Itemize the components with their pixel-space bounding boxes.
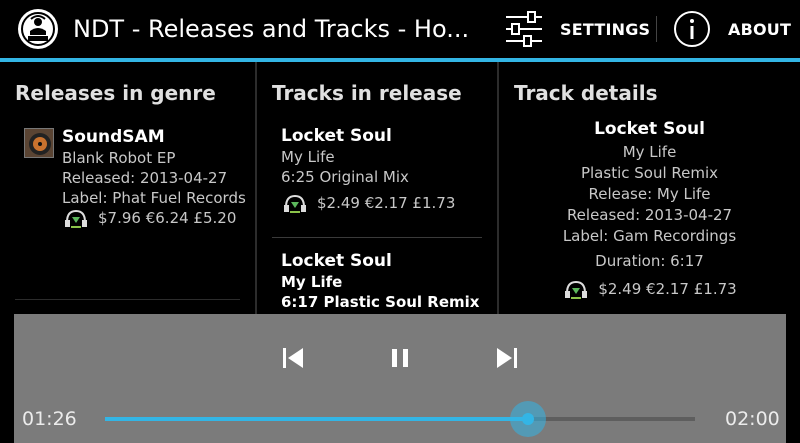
details-panel-title: Track details bbox=[514, 81, 658, 105]
track-price: $2.49 €2.17 £1.73 bbox=[317, 194, 456, 212]
headphones-shop-icon bbox=[565, 280, 588, 299]
list-divider bbox=[272, 237, 482, 238]
pause-icon[interactable] bbox=[386, 344, 414, 372]
details-artist: Locket Soul bbox=[594, 119, 705, 139]
release-date: Released: 2013-04-27 bbox=[62, 169, 228, 187]
seek-bar-progress bbox=[105, 417, 528, 421]
track-item-selected[interactable]: Locket Soul My Life 6:17 Plastic Soul Re… bbox=[281, 250, 491, 312]
headphones-shop-icon bbox=[65, 209, 87, 228]
details-price-row[interactable]: $2.49 €2.17 £1.73 bbox=[499, 279, 800, 301]
release-artist: SoundSAM bbox=[62, 127, 165, 147]
details-label: Label: Gam Recordings bbox=[562, 227, 737, 245]
details-release: My Life bbox=[622, 143, 677, 161]
seek-bar-thumb[interactable] bbox=[510, 401, 546, 437]
track-artist: Locket Soul bbox=[281, 251, 392, 271]
dj-logo-icon[interactable] bbox=[18, 9, 58, 49]
releases-panel-title: Releases in genre bbox=[15, 81, 216, 105]
elapsed-time: 01:26 bbox=[22, 408, 77, 430]
skip-previous-icon[interactable] bbox=[279, 344, 307, 372]
release-label: Label: Phat Fuel Records bbox=[62, 189, 246, 207]
releases-panel: Releases in genre SoundSAM Blank Robot E… bbox=[0, 62, 256, 314]
sliders-icon bbox=[506, 11, 542, 47]
settings-label: SETTINGS bbox=[560, 19, 651, 39]
about-label: ABOUT bbox=[728, 19, 792, 39]
details-release-line: Release: My Life bbox=[588, 185, 711, 203]
list-divider bbox=[15, 299, 240, 300]
skip-next-icon[interactable] bbox=[493, 344, 521, 372]
details-mix: Plastic Soul Remix bbox=[580, 164, 719, 182]
release-name: Blank Robot EP bbox=[62, 149, 176, 167]
info-icon bbox=[674, 11, 710, 47]
media-player: 01:26 02:00 bbox=[14, 314, 786, 443]
tracks-panel: Tracks in release Locket Soul My Life 6:… bbox=[257, 62, 498, 314]
track-mix: 6:25 Original Mix bbox=[281, 168, 409, 186]
track-price-row: $2.49 €2.17 £1.73 bbox=[281, 193, 491, 215]
details-duration: Duration: 6:17 bbox=[595, 252, 704, 270]
track-release: My Life bbox=[281, 273, 343, 291]
track-item[interactable]: Locket Soul My Life 6:25 Original Mix $2… bbox=[281, 125, 491, 215]
track-mix: 6:17 Plastic Soul Remix bbox=[281, 293, 480, 311]
track-release: My Life bbox=[281, 148, 335, 166]
release-cover-image bbox=[24, 128, 54, 158]
track-details-panel: Track details Locket Soul My Life Plasti… bbox=[499, 62, 800, 314]
about-button[interactable]: ABOUT bbox=[672, 0, 791, 58]
tracks-panel-title: Tracks in release bbox=[272, 81, 462, 105]
action-separator bbox=[656, 16, 657, 42]
headphones-shop-icon bbox=[284, 194, 306, 213]
total-time: 02:00 bbox=[725, 408, 780, 430]
action-bar: NDT - Releases and Tracks - Ho... SETTIN… bbox=[0, 0, 800, 62]
details-released: Released: 2013-04-27 bbox=[566, 206, 733, 224]
release-price-row: $7.96 €6.24 £5.20 bbox=[62, 208, 252, 230]
track-artist: Locket Soul bbox=[281, 126, 392, 146]
details-price: $2.49 €2.17 £1.73 bbox=[598, 280, 737, 298]
app-title: NDT - Releases and Tracks - Ho... bbox=[73, 15, 470, 43]
release-price: $7.96 €6.24 £5.20 bbox=[98, 209, 237, 227]
settings-button[interactable]: SETTINGS bbox=[502, 0, 650, 58]
